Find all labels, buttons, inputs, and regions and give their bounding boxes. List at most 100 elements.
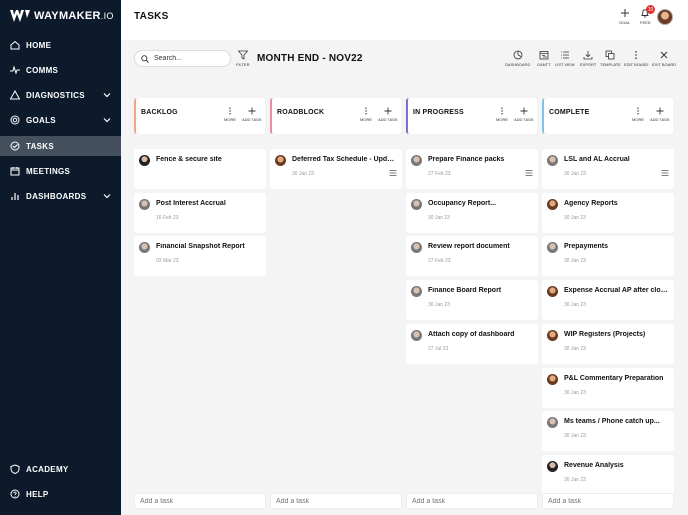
column-more-button[interactable]: MORE — [360, 107, 372, 122]
assignee-avatar — [547, 242, 558, 253]
task-card[interactable]: LSL and AL Accrual 30 Jan 23 — [542, 149, 674, 189]
search-icon — [141, 54, 149, 63]
sidebar-item-meetings[interactable]: MEETINGS — [0, 161, 121, 181]
page-title: TASKS — [134, 11, 169, 22]
gantt-button[interactable]: GANTT — [537, 50, 551, 67]
tool-label: DASHBOARD — [505, 62, 531, 67]
more-label: MORE — [496, 117, 508, 122]
add-task-input[interactable] — [270, 493, 402, 509]
task-card[interactable]: P&L Commentary Preparation 30 Jan 23 — [542, 368, 674, 408]
column-header-in-progress: IN PROGRESS MORE ADD TASK — [406, 98, 537, 134]
task-due-date: 30 Jan 23 — [428, 302, 450, 308]
task-card[interactable]: Agency Reports 30 Jan 23 — [542, 193, 674, 233]
task-card[interactable]: WIP Registers (Projects) 30 Jan 23 — [542, 324, 674, 364]
task-card[interactable]: Ms teams / Phone catch up... 30 Jan 23 — [542, 411, 674, 451]
column-add-task-button[interactable]: ADD TASK — [650, 107, 670, 122]
search-input[interactable] — [154, 55, 224, 62]
task-card[interactable]: Prepayments 30 Jan 23 — [542, 236, 674, 276]
column-add-task-button[interactable]: ADD TASK — [514, 107, 534, 122]
waymaker-logo[interactable]: WAYMAKER.IO — [10, 8, 114, 24]
top-bar: TASKS GOAL 10 FEED — [121, 0, 688, 40]
export-button[interactable]: EXPORT — [580, 50, 596, 67]
column-add-task-button[interactable]: ADD TASK — [242, 107, 262, 122]
task-title: Expense Accrual AP after close... — [564, 287, 669, 294]
column-more-button[interactable]: MORE — [224, 107, 236, 122]
shield-icon — [10, 464, 20, 474]
task-card[interactable]: Post Interest Accrual 16 Feb 23 — [134, 193, 266, 233]
task-due-date: 30 Jan 23 — [564, 171, 586, 177]
list-view-button[interactable]: LIST VIEW — [555, 50, 575, 67]
column-title: COMPLETE — [549, 109, 590, 116]
chevron-down-icon[interactable] — [103, 91, 111, 99]
user-avatar[interactable] — [657, 9, 673, 25]
sidebar-item-comms[interactable]: COMMS — [0, 60, 121, 80]
copy-icon — [606, 50, 615, 60]
gantt-icon — [539, 51, 549, 60]
sidebar-item-label: HOME — [26, 40, 52, 50]
column-more-button[interactable]: MORE — [496, 107, 508, 122]
assignee-avatar — [411, 155, 422, 166]
goal-button[interactable]: GOAL — [619, 8, 630, 25]
chevron-down-icon[interactable] — [103, 116, 111, 124]
more-vertical-icon — [635, 51, 637, 59]
close-icon — [660, 51, 668, 59]
sidebar-item-help[interactable]: HELP — [0, 484, 121, 504]
task-card[interactable]: Occupancy Report... 30 Jan 23 — [406, 193, 538, 233]
task-card[interactable]: Fence & secure site — [134, 149, 266, 189]
sidebar-item-goals[interactable]: GOALS — [0, 110, 121, 130]
column-add-task-button[interactable]: ADD TASK — [378, 107, 398, 122]
task-due-date: 27 Feb 23 — [428, 258, 451, 264]
task-due-date: 16 Feb 23 — [156, 215, 179, 221]
task-due-date: 30 Jan 23 — [564, 477, 586, 483]
board-title: MONTH END - NOV22 — [257, 53, 363, 64]
dashboard-icon — [513, 50, 523, 60]
sidebar-item-tasks[interactable]: TASKS — [0, 136, 121, 156]
add-task-input[interactable] — [406, 493, 538, 509]
add-task-input[interactable] — [134, 493, 266, 509]
plus-icon — [620, 9, 629, 17]
task-card[interactable]: Deferred Tax Schedule - Update... 30 Jan … — [270, 149, 402, 189]
template-button[interactable]: TEMPLATE — [600, 50, 621, 67]
brand-suffix: .IO — [100, 11, 114, 21]
checklist-icon — [525, 170, 533, 176]
download-icon — [583, 51, 593, 60]
task-card[interactable]: Finance Board Report 30 Jan 23 — [406, 280, 538, 320]
more-vertical-icon — [501, 107, 503, 115]
sidebar: WAYMAKER.IO HOME COMMS DIAGNOSTICS GOALS… — [0, 0, 121, 515]
list-icon — [560, 51, 569, 59]
edit-board-button[interactable]: EDIT BOARD — [624, 50, 648, 67]
add-task-input[interactable] — [542, 493, 674, 509]
dashboard-button[interactable]: DASHBOARD — [505, 50, 530, 67]
task-card[interactable]: Review report document 27 Feb 23 — [406, 236, 538, 276]
feed-button[interactable]: 10 FEED — [640, 5, 655, 25]
task-card[interactable]: Attach copy of dashboard 27 Jul 23 — [406, 324, 538, 364]
sidebar-item-academy[interactable]: ACADEMY — [0, 459, 121, 479]
column-more-button[interactable]: MORE — [632, 107, 644, 122]
search-box[interactable] — [134, 50, 231, 67]
more-label: MORE — [632, 117, 644, 122]
sidebar-item-dashboards[interactable]: DASHBOARDS — [0, 186, 121, 206]
task-card[interactable]: Prepare Finance packs 27 Feb 23 — [406, 149, 538, 189]
help-icon — [10, 489, 20, 499]
task-card[interactable]: Revenue Analysis 30 Jan 23 — [542, 455, 674, 495]
checklist-icon — [389, 170, 397, 176]
tool-label: LIST VIEW — [555, 62, 575, 67]
assignee-avatar — [411, 330, 422, 341]
filter-button[interactable]: FILTER — [236, 50, 249, 67]
pulse-icon — [10, 65, 20, 75]
task-due-date: 30 Jan 23 — [564, 258, 586, 264]
assignee-avatar — [547, 286, 558, 297]
more-vertical-icon — [365, 107, 367, 115]
task-card[interactable]: Expense Accrual AP after close... 30 Jan … — [542, 280, 674, 320]
chevron-down-icon[interactable] — [103, 192, 111, 200]
assignee-avatar — [411, 199, 422, 210]
task-title: Revenue Analysis — [564, 462, 624, 469]
task-title: Attach copy of dashboard — [428, 331, 515, 338]
waymaker-logo-icon — [10, 10, 30, 22]
task-card[interactable]: Financial Snapshot Report 03 Mar 23 — [134, 236, 266, 276]
home-icon — [10, 40, 20, 50]
exit-board-button[interactable]: EXIT BOARD — [652, 50, 676, 67]
assignee-avatar — [547, 461, 558, 472]
sidebar-item-diagnostics[interactable]: DIAGNOSTICS — [0, 85, 121, 105]
sidebar-item-home[interactable]: HOME — [0, 35, 121, 55]
